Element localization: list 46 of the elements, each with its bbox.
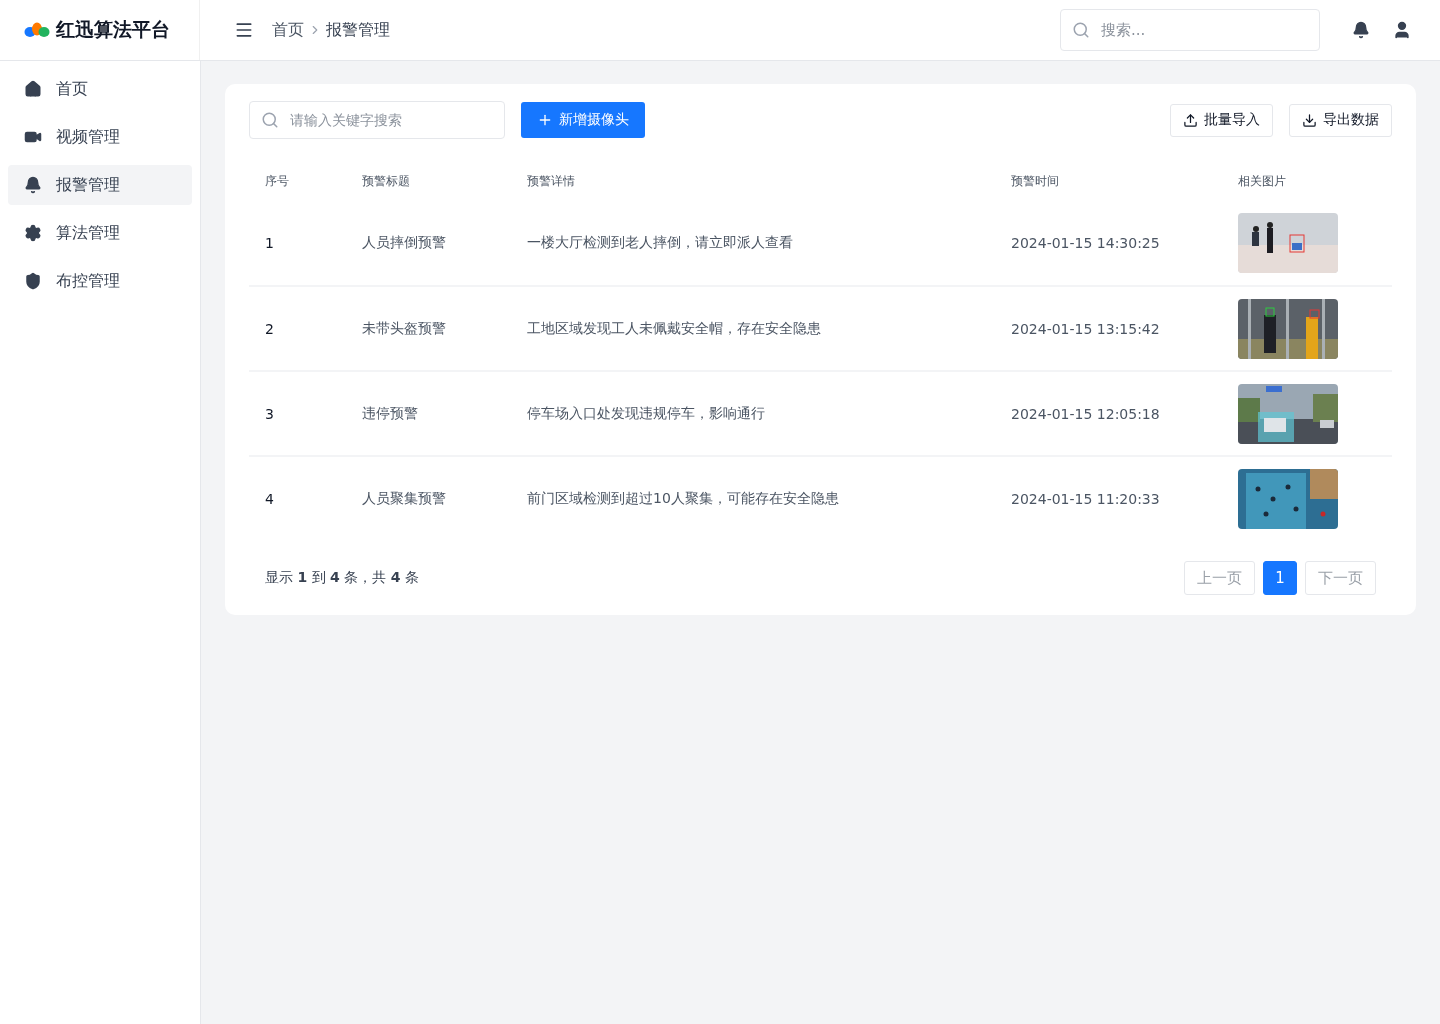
breadcrumb-item: 报警管理: [326, 19, 390, 41]
table-cell: 2: [249, 286, 346, 371]
sidebar-item[interactable]: 算法管理: [8, 213, 192, 253]
table-cell: 4: [249, 456, 346, 541]
page-button[interactable]: 1: [1263, 561, 1297, 595]
table-cell: 违停预警: [346, 371, 511, 456]
plus-icon: [537, 112, 553, 128]
column-header: 相关图片: [1237, 172, 1287, 190]
sidebar-item[interactable]: 布控管理: [8, 261, 192, 301]
upload-icon: [1183, 112, 1198, 128]
table-cell: 未带头盔预警: [346, 286, 511, 371]
brand-name: 红迅算法平台: [56, 17, 170, 42]
download-icon: [1302, 112, 1317, 128]
search-field[interactable]: 搜索...: [1060, 9, 1320, 51]
shield-icon: [24, 272, 42, 290]
column-header: 预警详情: [526, 172, 576, 190]
column-header: 序号: [264, 172, 290, 190]
search-field[interactable]: 请输入关键字搜索: [249, 101, 505, 139]
table-cell: 人员摔倒预警: [346, 201, 511, 286]
sidebar-item[interactable]: 报警管理: [8, 165, 192, 205]
table-cell: 2024-01-15 14:30:25: [995, 201, 1222, 286]
bell-icon: [24, 176, 42, 194]
table-cell: 3: [249, 371, 346, 456]
table-cell: 前门区域检测到超过10人聚集，可能存在安全隐患: [511, 456, 995, 541]
table-cell: 一楼大厅检测到老人摔倒，请立即派人查看: [511, 201, 995, 286]
settings-icon: [24, 224, 42, 242]
sidebar-item[interactable]: 首页: [8, 69, 192, 109]
table-cell: 工地区域发现工人未佩戴安全帽，存在安全隐患: [511, 286, 995, 371]
table-cell: 2024-01-15 13:15:42: [995, 286, 1222, 371]
logo-icon: [24, 22, 50, 38]
home-icon: [24, 80, 42, 98]
pagination-summary: 显示 1 到 4 条，共 4 条: [265, 569, 419, 587]
add-camera-button[interactable]: 新增摄像头: [521, 102, 645, 138]
table-cell: 停车场入口处发现违规停车，影响通行: [511, 371, 995, 456]
table-cell: 人员聚集预警: [346, 456, 511, 541]
breadcrumb-item[interactable]: 首页: [272, 19, 304, 41]
search-icon: [261, 111, 279, 129]
table-cell: 2024-01-15 11:20:33: [995, 456, 1222, 541]
column-header: 预警标题: [361, 172, 411, 190]
table-cell: 2024-01-15 12:05:18: [995, 371, 1222, 456]
sidebar-item[interactable]: 视频管理: [8, 117, 192, 157]
table-cell: 1: [249, 201, 346, 286]
export-button[interactable]: 导出数据: [1289, 103, 1392, 137]
search-icon: [1072, 21, 1090, 39]
column-header: 预警时间: [1010, 172, 1060, 190]
import-button[interactable]: 批量导入: [1170, 103, 1273, 137]
